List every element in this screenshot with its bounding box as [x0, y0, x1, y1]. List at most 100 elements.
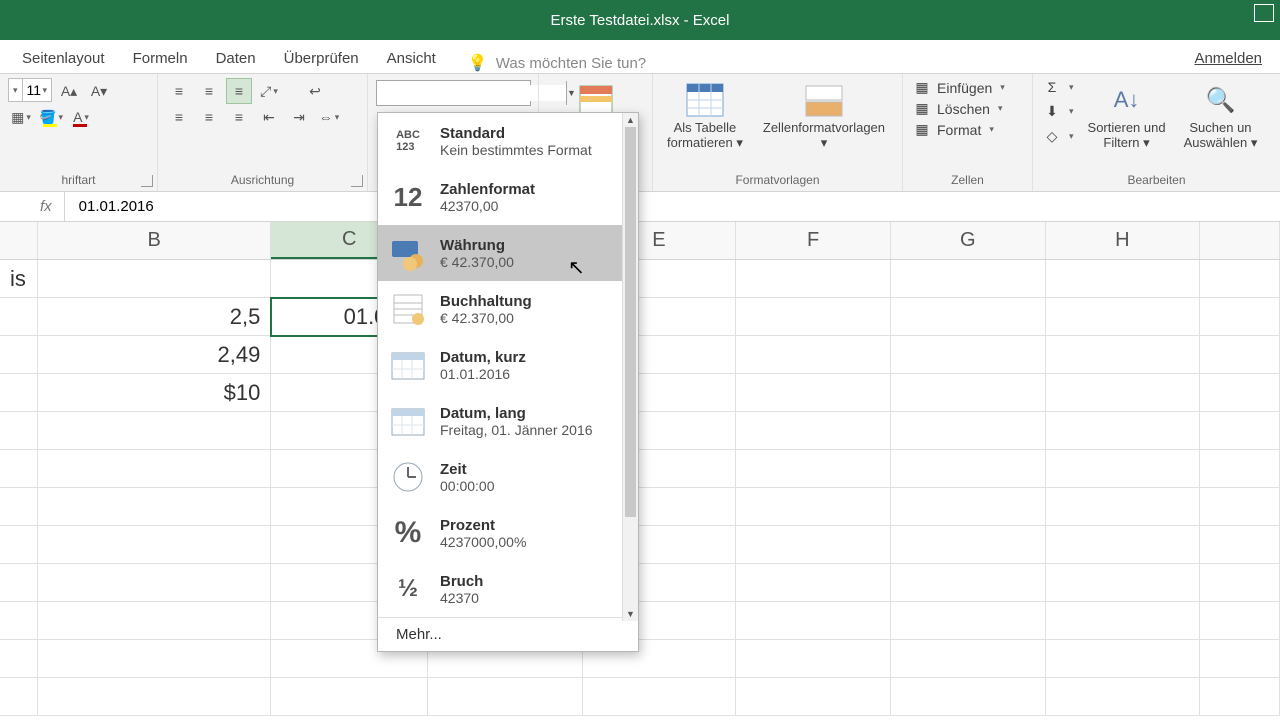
scroll-thumb[interactable] [625, 127, 636, 517]
group-alignment: ≡ ≡ ≡ ⤢▾ ↩ ≡ ≡ ≡ ⇤ ⇥ ⇔▾ Ausrichtung [158, 74, 368, 191]
group-font: ▾ 11 ▾ A▴ A▾ ▦▾ 🪣▾ A▾ hriftart [0, 74, 158, 191]
cell-G1[interactable] [891, 260, 1046, 298]
nf-sample: Freitag, 01. Jänner 2016 [440, 422, 593, 438]
cell-B3[interactable]: 2,49 [38, 336, 271, 374]
cell-B1[interactable] [38, 260, 271, 298]
number-format-combo[interactable]: ▼ [376, 80, 531, 106]
tab-view[interactable]: Ansicht [373, 44, 450, 73]
find-select-button[interactable]: 🔍 Suchen un Auswählen ▾ [1178, 78, 1264, 153]
col-G[interactable]: G [891, 222, 1046, 259]
format-cells-button[interactable]: ▦Format▾ [911, 120, 1024, 139]
fill-button[interactable]: ⬇▾ [1041, 102, 1076, 121]
increase-font-icon[interactable]: A▴ [56, 78, 82, 104]
fx-label[interactable]: fx [28, 192, 65, 221]
cell-H4[interactable] [1046, 374, 1201, 412]
cell-F1[interactable] [736, 260, 891, 298]
number-format-item-bruch[interactable]: ½Bruch42370 [378, 561, 622, 617]
format-cells-icon: ▦ [913, 121, 931, 138]
cell-A3[interactable] [0, 336, 38, 374]
col-F[interactable]: F [736, 222, 891, 259]
nf-icon [388, 401, 428, 441]
nf-title: Währung [440, 237, 514, 254]
cell-H2[interactable] [1046, 298, 1201, 336]
cell-I1[interactable] [1200, 260, 1280, 298]
cell-H1[interactable] [1046, 260, 1201, 298]
scroll-up-icon[interactable]: ▲ [623, 113, 638, 127]
cell-I4[interactable] [1200, 374, 1280, 412]
formula-value[interactable]: 01.01.2016 [65, 198, 168, 215]
font-size-value: 11 [23, 82, 43, 98]
cell-I2[interactable] [1200, 298, 1280, 336]
col-I[interactable] [1200, 222, 1280, 259]
font-size-combo[interactable]: ▾ 11 ▾ [8, 78, 52, 102]
tab-data[interactable]: Daten [202, 44, 270, 73]
sign-in-link[interactable]: Anmelden [1194, 50, 1262, 73]
col-B[interactable]: B [38, 222, 271, 259]
align-top-icon[interactable]: ≡ [166, 78, 192, 104]
borders-button[interactable]: ▦▾ [8, 104, 34, 130]
wrap-text-icon[interactable]: ↩ [302, 78, 328, 104]
cell-F3[interactable] [736, 336, 891, 374]
col-H[interactable]: H [1046, 222, 1201, 259]
number-format-item-prozent[interactable]: %Prozent4237000,00% [378, 505, 622, 561]
number-format-item-datum-kurz[interactable]: Datum, kurz01.01.2016 [378, 337, 622, 393]
tab-page-layout[interactable]: Seitenlayout [8, 44, 119, 73]
clear-button[interactable]: ◇▾ [1041, 127, 1076, 146]
format-as-table-button[interactable]: Als Tabelle formatieren ▾ [661, 78, 749, 153]
tab-review[interactable]: Überprüfen [270, 44, 373, 73]
dropdown-scrollbar[interactable]: ▲ ▼ [622, 113, 638, 621]
row-2: 2,5 01.01.2 [0, 298, 1280, 336]
delete-cells-button[interactable]: ▦Löschen▾ [911, 99, 1024, 118]
align-middle-icon[interactable]: ≡ [196, 78, 222, 104]
cell-F4[interactable] [736, 374, 891, 412]
scroll-down-icon[interactable]: ▼ [623, 607, 638, 621]
cell-B4[interactable]: $10 [38, 374, 271, 412]
align-right-icon[interactable]: ≡ [226, 104, 252, 130]
cell-A4[interactable] [0, 374, 38, 412]
number-format-item-w-hrung[interactable]: Währung€ 42.370,00 [378, 225, 622, 281]
titlebar: Erste Testdatei.xlsx - Excel [0, 0, 1280, 40]
cell-H3[interactable] [1046, 336, 1201, 374]
col-A[interactable] [0, 222, 38, 259]
indent-decrease-icon[interactable]: ⇤ [256, 104, 282, 130]
align-left-icon[interactable]: ≡ [166, 104, 192, 130]
cell-styles-button[interactable]: Zellenformatvorlagen ▾ [757, 78, 891, 153]
row-1: is [0, 260, 1280, 298]
number-format-item-zahlenformat[interactable]: 12Zahlenformat42370,00 [378, 169, 622, 225]
sheet-grid[interactable]: B C E F G H is 2,5 01.01.2 [0, 222, 1280, 716]
cell-A1[interactable]: is [0, 260, 38, 298]
orientation-icon[interactable]: ⤢▾ [256, 78, 282, 104]
tab-formulas[interactable]: Formeln [119, 44, 202, 73]
restore-window-icon[interactable] [1254, 4, 1274, 22]
cell-G2[interactable] [891, 298, 1046, 336]
tell-me[interactable]: 💡 Was möchten Sie tun? [468, 53, 646, 73]
number-format-item-standard[interactable]: ABC123StandardKein bestimmtes Format [378, 113, 622, 169]
indent-increase-icon[interactable]: ⇥ [286, 104, 312, 130]
number-format-item-zeit[interactable]: Zeit00:00:00 [378, 449, 622, 505]
align-bottom-icon[interactable]: ≡ [226, 78, 252, 104]
cell-G4[interactable] [891, 374, 1046, 412]
cell-I3[interactable] [1200, 336, 1280, 374]
number-format-more[interactable]: Mehr... [378, 617, 638, 651]
cell-B2[interactable]: 2,5 [38, 298, 271, 336]
alignment-dialog-launcher-icon[interactable] [351, 175, 363, 187]
autosum-button[interactable]: Σ▾ [1041, 78, 1076, 96]
insert-cells-button[interactable]: ▦Einfügen▾ [911, 78, 1024, 97]
merge-center-icon[interactable]: ⇔▾ [316, 104, 342, 130]
fill-color-button[interactable]: 🪣▾ [38, 104, 64, 130]
font-color-button[interactable]: A▾ [68, 104, 94, 130]
app-title: Erste Testdatei.xlsx - Excel [551, 12, 730, 29]
nf-sample: € 42.370,00 [440, 310, 532, 326]
nf-title: Datum, kurz [440, 349, 526, 366]
decrease-font-icon[interactable]: A▾ [86, 78, 112, 104]
fill-down-icon: ⬇ [1043, 103, 1061, 120]
number-format-item-datum-lang[interactable]: Datum, langFreitag, 01. Jänner 2016 [378, 393, 622, 449]
cell-A2[interactable] [0, 298, 38, 336]
number-format-item-buchhaltung[interactable]: Buchhaltung€ 42.370,00 [378, 281, 622, 337]
align-center-icon[interactable]: ≡ [196, 104, 222, 130]
font-dialog-launcher-icon[interactable] [141, 175, 153, 187]
nf-sample: € 42.370,00 [440, 254, 514, 270]
sort-filter-button[interactable]: A↓ Sortieren und Filtern ▾ [1082, 78, 1172, 153]
cell-G3[interactable] [891, 336, 1046, 374]
cell-F2[interactable] [736, 298, 891, 336]
